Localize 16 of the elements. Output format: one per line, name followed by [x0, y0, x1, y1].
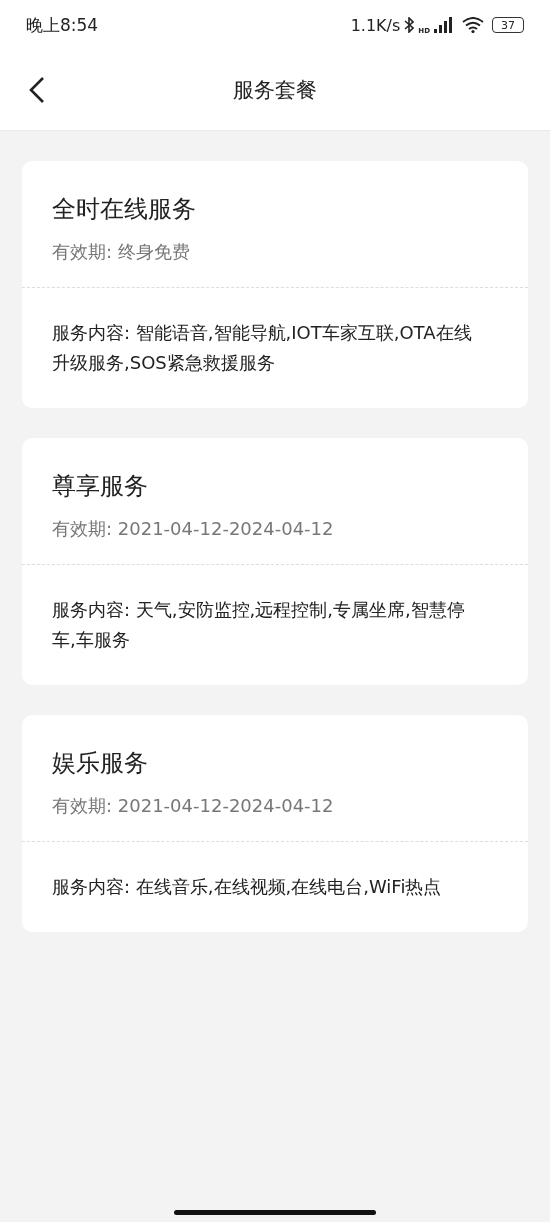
- network-speed: 1.1K/s: [350, 15, 401, 35]
- bluetooth-icon: [404, 17, 415, 33]
- package-content: 服务内容: 智能语音,智能导航,IOT车家互联,OTA在线升级服务,SOS紧急救援服务: [51, 321, 473, 375]
- package-validity: 有效期: 终身免费: [52, 240, 191, 264]
- package-validity: 有效期: 2021-04-12-2024-04-12: [52, 517, 335, 541]
- package-name: 娱乐服务: [52, 748, 149, 779]
- package-validity: 有效期: 2021-04-12-2024-04-12: [52, 794, 335, 818]
- battery-level: 37: [492, 17, 524, 33]
- package-content: 服务内容: 在线音乐,在线视频,在线电台,WiFi热点: [51, 875, 443, 899]
- page-title: 服务套餐: [233, 77, 317, 104]
- signal-icon: [434, 17, 452, 33]
- package-content: 服务内容: 天气,安防监控,远程控制,专属坐席,智慧停车,车服务: [51, 598, 466, 652]
- package-name: 尊享服务: [52, 471, 149, 502]
- status-time: 晚上8:54: [26, 13, 99, 37]
- wifi-icon: [462, 17, 484, 33]
- package-name: 全时在线服务: [52, 194, 197, 225]
